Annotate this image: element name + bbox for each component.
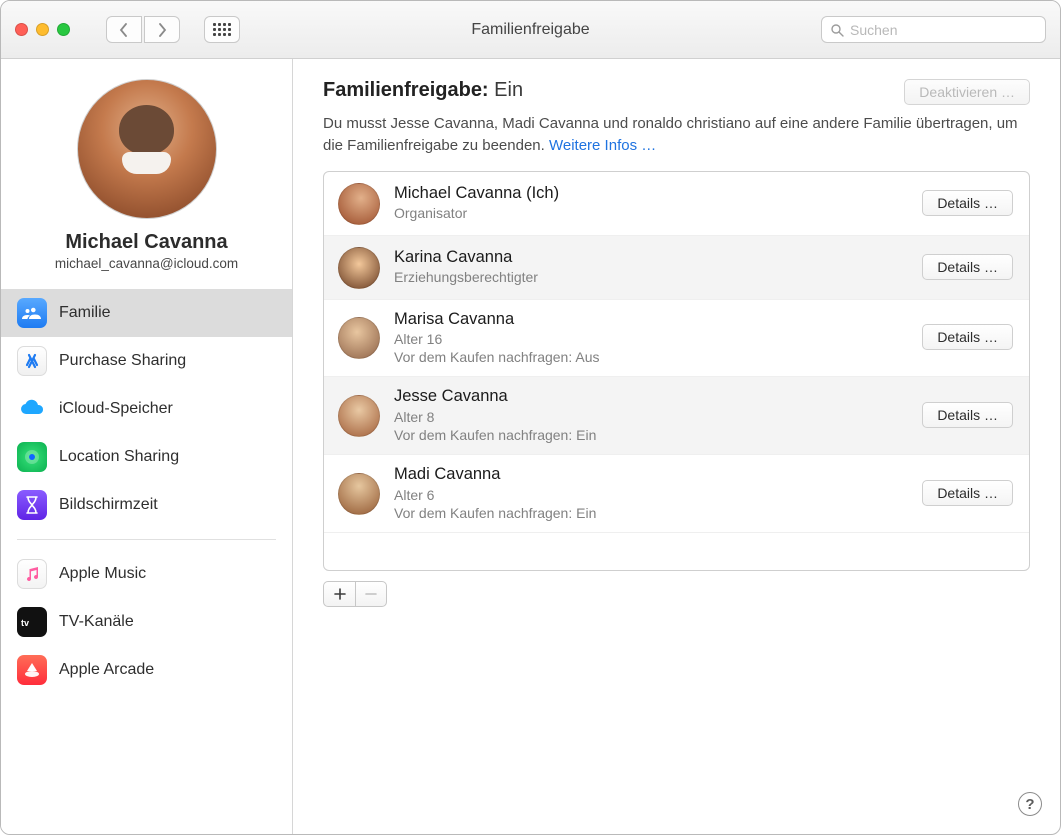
- member-list: Michael Cavanna (Ich) Organisator Detail…: [323, 171, 1030, 571]
- sidebar-item-icloud-storage[interactable]: iCloud-Speicher: [1, 385, 292, 433]
- member-name: Marisa Cavanna: [394, 309, 599, 330]
- profile-name: Michael Cavanna: [1, 231, 292, 254]
- plus-icon: [333, 587, 347, 601]
- window-controls: [15, 23, 70, 36]
- panel-header: Familienfreigabe: Ein Deaktivieren …: [323, 79, 1030, 105]
- profile-email: michael_cavanna@icloud.com: [1, 256, 292, 271]
- sidebar: Michael Cavanna michael_cavanna@icloud.c…: [1, 59, 293, 834]
- sidebar-item-label: TV-Kanäle: [59, 613, 134, 631]
- details-button[interactable]: Details …: [922, 402, 1013, 428]
- minimize-window-button[interactable]: [36, 23, 49, 36]
- panel-title: Familienfreigabe: Ein: [323, 79, 523, 102]
- member-row[interactable]: Marisa Cavanna Alter 16 Vor dem Kaufen n…: [324, 300, 1029, 378]
- details-button[interactable]: Details …: [922, 190, 1013, 216]
- details-button[interactable]: Details …: [922, 324, 1013, 350]
- avatar: [338, 395, 380, 437]
- list-empty-space: [324, 533, 1029, 570]
- member-row[interactable]: Michael Cavanna (Ich) Organisator Detail…: [324, 172, 1029, 236]
- svg-text:tv: tv: [21, 618, 29, 628]
- sidebar-item-screen-time[interactable]: Bildschirmzeit: [1, 481, 292, 529]
- avatar: [338, 247, 380, 289]
- member-name: Michael Cavanna (Ich): [394, 183, 559, 204]
- member-age: Alter 16: [394, 330, 599, 348]
- member-ask-to-buy: Vor dem Kaufen nachfragen: Ein: [394, 426, 596, 444]
- deactivate-button[interactable]: Deaktivieren …: [904, 79, 1030, 105]
- find-my-icon: [17, 442, 47, 472]
- more-info-link[interactable]: Weitere Infos …: [549, 137, 656, 154]
- sidebar-item-label: Apple Music: [59, 565, 146, 583]
- member-meta: Michael Cavanna (Ich) Organisator: [394, 183, 559, 223]
- search-field[interactable]: [821, 16, 1046, 43]
- info-text-body: Du musst Jesse Cavanna, Madi Cavanna und…: [323, 115, 1018, 154]
- avatar: [338, 473, 380, 515]
- main-panel: Familienfreigabe: Ein Deaktivieren … Du …: [293, 59, 1060, 834]
- search-input[interactable]: [850, 22, 1037, 38]
- member-ask-to-buy: Vor dem Kaufen nachfragen: Ein: [394, 504, 596, 522]
- member-name: Madi Cavanna: [394, 464, 596, 485]
- window-body: Michael Cavanna michael_cavanna@icloud.c…: [1, 59, 1060, 834]
- member-meta: Madi Cavanna Alter 6 Vor dem Kaufen nach…: [394, 464, 596, 522]
- window-title: Familienfreigabe: [254, 21, 807, 39]
- member-ask-to-buy: Vor dem Kaufen nachfragen: Aus: [394, 348, 599, 366]
- remove-member-button[interactable]: [355, 581, 387, 607]
- icloud-icon: [17, 394, 47, 424]
- apple-arcade-icon: [17, 655, 47, 685]
- sidebar-item-tv-channels[interactable]: tv TV-Kanäle: [1, 598, 292, 646]
- sidebar-item-label: Familie: [59, 304, 111, 322]
- app-window: Familienfreigabe Michael Cavanna michael…: [0, 0, 1061, 835]
- appstore-icon: [17, 346, 47, 376]
- sidebar-item-label: Apple Arcade: [59, 661, 154, 679]
- member-age: Alter 8: [394, 408, 596, 426]
- member-role: Erziehungsberechtigter: [394, 268, 538, 286]
- member-meta: Marisa Cavanna Alter 16 Vor dem Kaufen n…: [394, 309, 599, 367]
- member-name: Jesse Cavanna: [394, 386, 596, 407]
- info-text: Du musst Jesse Cavanna, Madi Cavanna und…: [323, 113, 1030, 157]
- show-all-prefs-button[interactable]: [204, 16, 240, 43]
- member-role: Organisator: [394, 204, 559, 222]
- add-member-button[interactable]: [323, 581, 355, 607]
- panel-title-label: Familienfreigabe:: [323, 79, 489, 101]
- member-row[interactable]: Madi Cavanna Alter 6 Vor dem Kaufen nach…: [324, 455, 1029, 533]
- sidebar-item-label: Location Sharing: [59, 448, 179, 466]
- sidebar-item-apple-music[interactable]: Apple Music: [1, 550, 292, 598]
- titlebar: Familienfreigabe: [1, 1, 1060, 59]
- grid-icon: [213, 23, 231, 36]
- close-window-button[interactable]: [15, 23, 28, 36]
- member-meta: Jesse Cavanna Alter 8 Vor dem Kaufen nac…: [394, 386, 596, 444]
- sidebar-item-label: Purchase Sharing: [59, 352, 186, 370]
- sidebar-item-apple-arcade[interactable]: Apple Arcade: [1, 646, 292, 694]
- apple-tv-icon: tv: [17, 607, 47, 637]
- details-button[interactable]: Details …: [922, 480, 1013, 506]
- apple-music-icon: [17, 559, 47, 589]
- chevron-left-icon: [119, 23, 129, 37]
- sidebar-nav: Familie Purchase Sharing iCloud-Speicher: [1, 289, 292, 694]
- sidebar-item-purchase-sharing[interactable]: Purchase Sharing: [1, 337, 292, 385]
- member-age: Alter 6: [394, 486, 596, 504]
- nav-back-forward: [106, 16, 180, 43]
- avatar: [338, 317, 380, 359]
- sidebar-divider: [17, 539, 276, 540]
- help-button[interactable]: ?: [1018, 792, 1042, 816]
- add-remove-controls: [323, 581, 1030, 607]
- sidebar-item-location-sharing[interactable]: Location Sharing: [1, 433, 292, 481]
- sidebar-item-label: Bildschirmzeit: [59, 496, 158, 514]
- details-button[interactable]: Details …: [922, 254, 1013, 280]
- minus-icon: [364, 587, 378, 601]
- chevron-right-icon: [157, 23, 167, 37]
- panel-title-state: Ein: [494, 79, 523, 101]
- zoom-window-button[interactable]: [57, 23, 70, 36]
- profile-avatar[interactable]: [77, 79, 217, 219]
- sidebar-item-label: iCloud-Speicher: [59, 400, 173, 418]
- avatar: [338, 183, 380, 225]
- member-name: Karina Cavanna: [394, 247, 538, 268]
- member-row[interactable]: Karina Cavanna Erziehungsberechtigter De…: [324, 236, 1029, 300]
- member-row[interactable]: Jesse Cavanna Alter 8 Vor dem Kaufen nac…: [324, 377, 1029, 455]
- search-icon: [830, 23, 844, 37]
- member-meta: Karina Cavanna Erziehungsberechtigter: [394, 247, 538, 287]
- family-icon: [17, 298, 47, 328]
- back-button[interactable]: [106, 16, 142, 43]
- sidebar-item-familie[interactable]: Familie: [1, 289, 292, 337]
- hourglass-icon: [17, 490, 47, 520]
- forward-button[interactable]: [144, 16, 180, 43]
